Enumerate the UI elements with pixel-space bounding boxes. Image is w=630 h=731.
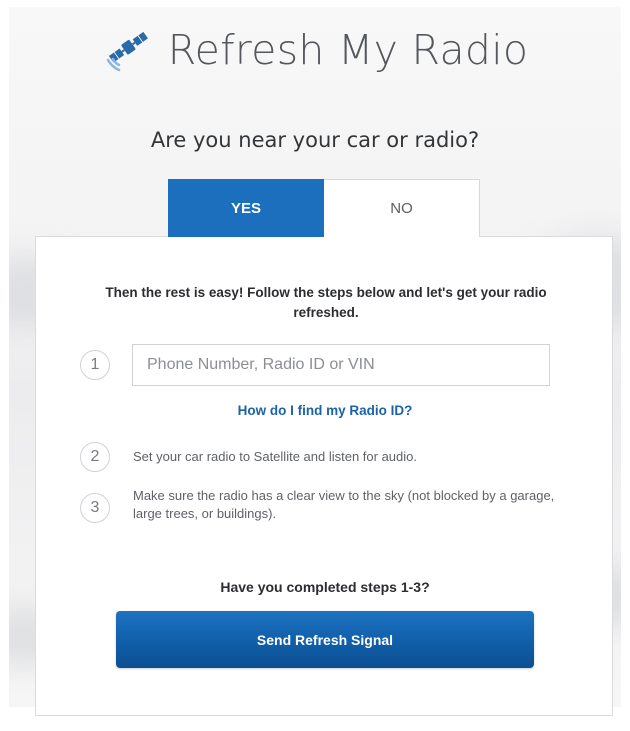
step-number-1: 1 bbox=[80, 350, 110, 380]
radio-id-input[interactable] bbox=[132, 344, 550, 386]
no-button[interactable]: NO bbox=[324, 179, 480, 237]
step-number-2: 2 bbox=[80, 442, 110, 472]
logo: Refresh My Radio bbox=[102, 20, 529, 80]
app-title: Refresh My Radio bbox=[167, 26, 529, 74]
near-car-toggle: YES NO bbox=[168, 179, 480, 237]
step-2-text: Set your car radio to Satellite and list… bbox=[133, 449, 417, 464]
near-car-question: Are you near your car or radio? bbox=[150, 128, 480, 152]
send-refresh-signal-button[interactable]: Send Refresh Signal bbox=[116, 611, 534, 668]
find-radio-id-link[interactable]: How do I find my Radio ID? bbox=[36, 403, 614, 418]
intro-text: Then the rest is easy! Follow the steps … bbox=[105, 285, 547, 320]
completed-question: Have you completed steps 1-3? bbox=[220, 579, 430, 595]
step-number-3: 3 bbox=[80, 493, 110, 523]
header: Refresh My Radio bbox=[0, 20, 630, 80]
steps-card: Then the rest is easy! Follow the steps … bbox=[35, 236, 613, 716]
satellite-icon bbox=[106, 31, 148, 72]
yes-button[interactable]: YES bbox=[168, 179, 324, 237]
step-3-text: Make sure the radio has a clear view to … bbox=[133, 488, 555, 521]
